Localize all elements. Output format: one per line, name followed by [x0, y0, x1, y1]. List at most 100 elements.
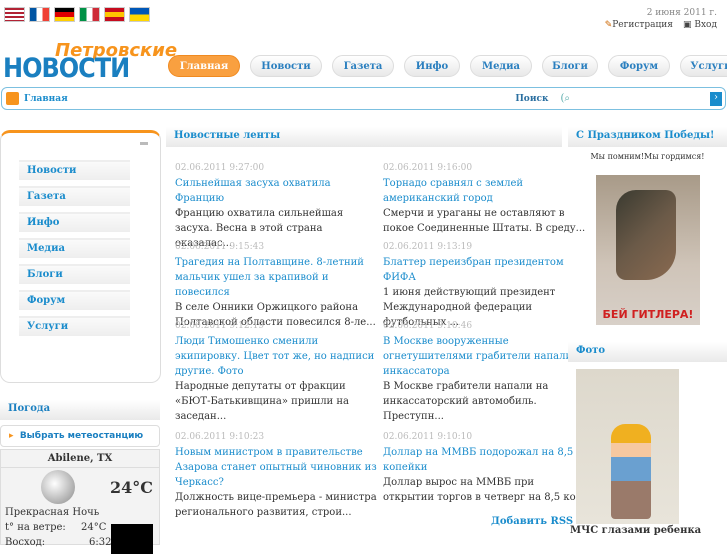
left-menu-link[interactable]: Медиа	[27, 243, 65, 254]
news-date: 02.06.2011 9:10:46	[383, 321, 473, 331]
left-menu-link[interactable]: Форум	[27, 295, 65, 306]
tab-glavnaya[interactable]: Главная	[168, 55, 240, 77]
news-title-link[interactable]: Трагедия на Полтавщине. 8-летний мальчик…	[175, 255, 380, 300]
news-item: 02.06.2011 9:16:00 Торнадо сравнял с земл…	[383, 161, 588, 236]
logo-bottom[interactable]: НОВОСТИ	[3, 53, 130, 84]
tab-blogi[interactable]: Блоги	[542, 55, 598, 77]
news-title-link[interactable]: В Москве вооруженные огнетушителями граб…	[383, 334, 588, 379]
news-snippet: Народные депутаты от фракции «БЮТ-Батьки…	[175, 381, 350, 422]
victory-poster[interactable]: БЕЙ ГИТЛЕРА!	[596, 175, 700, 325]
login-link[interactable]: ▣ Вход	[683, 20, 717, 30]
news-snippet: Доллар вырос на ММВБ при открытии торгов…	[383, 477, 586, 503]
flag-fr-icon[interactable]	[29, 7, 50, 22]
news-date: 02.06.2011 9:13:19	[383, 242, 473, 252]
condition: Прекрасная Ночь	[5, 507, 100, 518]
left-menu-link[interactable]: Газета	[27, 191, 66, 202]
news-title-link[interactable]: Торнадо сравнял с землей американский го…	[383, 176, 588, 206]
flag-de-icon[interactable]	[54, 7, 75, 22]
news-snippet: Смерчи и ураганы не оставляют в покое Со…	[383, 208, 586, 234]
photo-header: Фото	[568, 342, 727, 362]
victory-header: С Праздником Победы!	[568, 127, 727, 147]
photo-child-figure	[611, 424, 651, 519]
flag-es-icon[interactable]	[104, 7, 125, 22]
weather-city: Abilene, TX	[1, 450, 159, 468]
collapse-icon[interactable]	[140, 142, 148, 145]
select-weather-station[interactable]: ▸ Выбрать метеостанцию	[0, 425, 160, 447]
news-title-link[interactable]: Доллар на ММВБ подорожал на 8,5 копейки	[383, 445, 588, 475]
left-menu-item[interactable]: Газета	[19, 186, 130, 206]
victory-caption: Мы помним!Мы гордимся!	[590, 152, 705, 161]
search-input[interactable]	[570, 91, 710, 106]
left-menu-item[interactable]: Новости	[19, 160, 130, 180]
feeds-header: Новостные ленты	[166, 127, 562, 147]
breadcrumb-home[interactable]: Главная	[24, 94, 68, 104]
tab-uslugi[interactable]: Услуги	[680, 55, 727, 77]
photo-title-link[interactable]: Фото	[576, 345, 605, 356]
news-date: 02.06.2011 9:12:19	[175, 321, 265, 331]
tab-novosti[interactable]: Новости	[250, 55, 322, 77]
feeds-title-link[interactable]: Новостные ленты	[174, 130, 280, 141]
flag-ua-icon[interactable]	[129, 7, 150, 22]
search-button[interactable]: ›	[710, 91, 722, 106]
news-snippet: Должность вице-премьера - министра регио…	[175, 492, 377, 518]
weather-header: Погода	[0, 400, 160, 420]
news-item: 02.06.2011 9:13:19 Блаттер переизбран пре…	[383, 240, 588, 330]
flag-it-icon[interactable]	[79, 7, 100, 22]
flag-us-icon[interactable]	[4, 7, 25, 22]
register-link[interactable]: ✎Регистрация	[605, 20, 673, 30]
wind-label: t° на ветре:	[5, 522, 66, 533]
add-rss-link[interactable]: Добавить RSS	[491, 516, 573, 527]
moon-icon	[41, 470, 75, 504]
left-menu-link[interactable]: Новости	[27, 165, 76, 176]
temperature: 24°C	[110, 478, 153, 497]
photo-caption: МЧС глазами ребенка	[570, 525, 702, 536]
news-item: 02.06.2011 9:10:46 В Москве вооруженные о…	[383, 319, 588, 424]
left-menu-link[interactable]: Блоги	[27, 269, 63, 280]
tab-forum[interactable]: Форум	[608, 55, 670, 77]
left-menu-link[interactable]: Услуги	[27, 321, 68, 332]
news-title-link[interactable]: Люди Тимошенко сменили экипировку. Цвет …	[175, 334, 380, 379]
news-date: 02.06.2011 9:27:00	[175, 163, 265, 173]
left-menu-link[interactable]: Инфо	[27, 217, 59, 228]
left-menu-item[interactable]: Инфо	[19, 212, 130, 232]
wind-temp: 24°C	[81, 522, 107, 533]
news-item: 02.06.2011 9:12:19 Люди Тимошенко сменили…	[175, 319, 380, 424]
news-snippet: В Москве грабители напали на инкассаторс…	[383, 381, 549, 422]
news-date: 02.06.2011 9:10:10	[383, 432, 473, 442]
arrow-right-icon: ▸	[9, 431, 14, 441]
auth-links: ✎Регистрация ▣ Вход	[605, 20, 717, 30]
left-menu-item[interactable]: Блоги	[19, 264, 130, 284]
left-menu-item[interactable]: Форум	[19, 290, 130, 310]
search-icon: (⌕	[560, 93, 570, 104]
left-menu-item[interactable]: Медиа	[19, 238, 130, 258]
left-menu-item[interactable]: Услуги	[19, 316, 130, 336]
news-item: 02.06.2011 9:15:43 Трагедия на Полтавщине…	[175, 240, 380, 330]
tab-info[interactable]: Инфо	[404, 55, 460, 77]
weather-map	[111, 524, 153, 554]
news-title-link[interactable]: Сильнейшая засуха охватила Францию	[175, 176, 380, 206]
user-icon: ▣	[682, 20, 692, 30]
poster-text: БЕЙ ГИТЛЕРА!	[602, 308, 694, 321]
breadcrumb-bar: Главная Поиск (⌕ ›	[1, 87, 726, 110]
news-title-link[interactable]: Блаттер переизбран президентом ФИФА	[383, 255, 588, 285]
main-nav: Главная Новости Газета Инфо Медиа Блоги …	[168, 55, 727, 77]
news-date: 02.06.2011 9:16:00	[383, 163, 473, 173]
home-icon	[6, 92, 19, 105]
news-item: 02.06.2011 9:10:10 Доллар на ММВБ подорож…	[383, 430, 588, 505]
tab-gazeta[interactable]: Газета	[332, 55, 394, 77]
current-date: 2 июня 2011 г.	[646, 8, 717, 18]
news-item: 02.06.2011 9:27:00 Сильнейшая засуха охва…	[175, 161, 380, 251]
poster-figure	[616, 190, 676, 280]
news-item: 02.06.2011 9:10:23 Новым министром в прав…	[175, 430, 380, 520]
photo-image[interactable]	[576, 369, 679, 524]
sunrise-time: 6:32	[89, 537, 112, 548]
sunrise-label: Восход:	[5, 537, 46, 548]
victory-title-link[interactable]: С Праздником Победы!	[576, 130, 714, 141]
weather-widget: Abilene, TX 24°C Прекрасная Ночь t° на в…	[0, 449, 160, 554]
language-flags	[4, 7, 150, 22]
news-date: 02.06.2011 9:10:23	[175, 432, 265, 442]
news-date: 02.06.2011 9:15:43	[175, 242, 265, 252]
news-title-link[interactable]: Новым министром в правительстве Азарова …	[175, 445, 380, 490]
search-label: Поиск	[515, 93, 549, 104]
tab-media[interactable]: Медиа	[470, 55, 532, 77]
